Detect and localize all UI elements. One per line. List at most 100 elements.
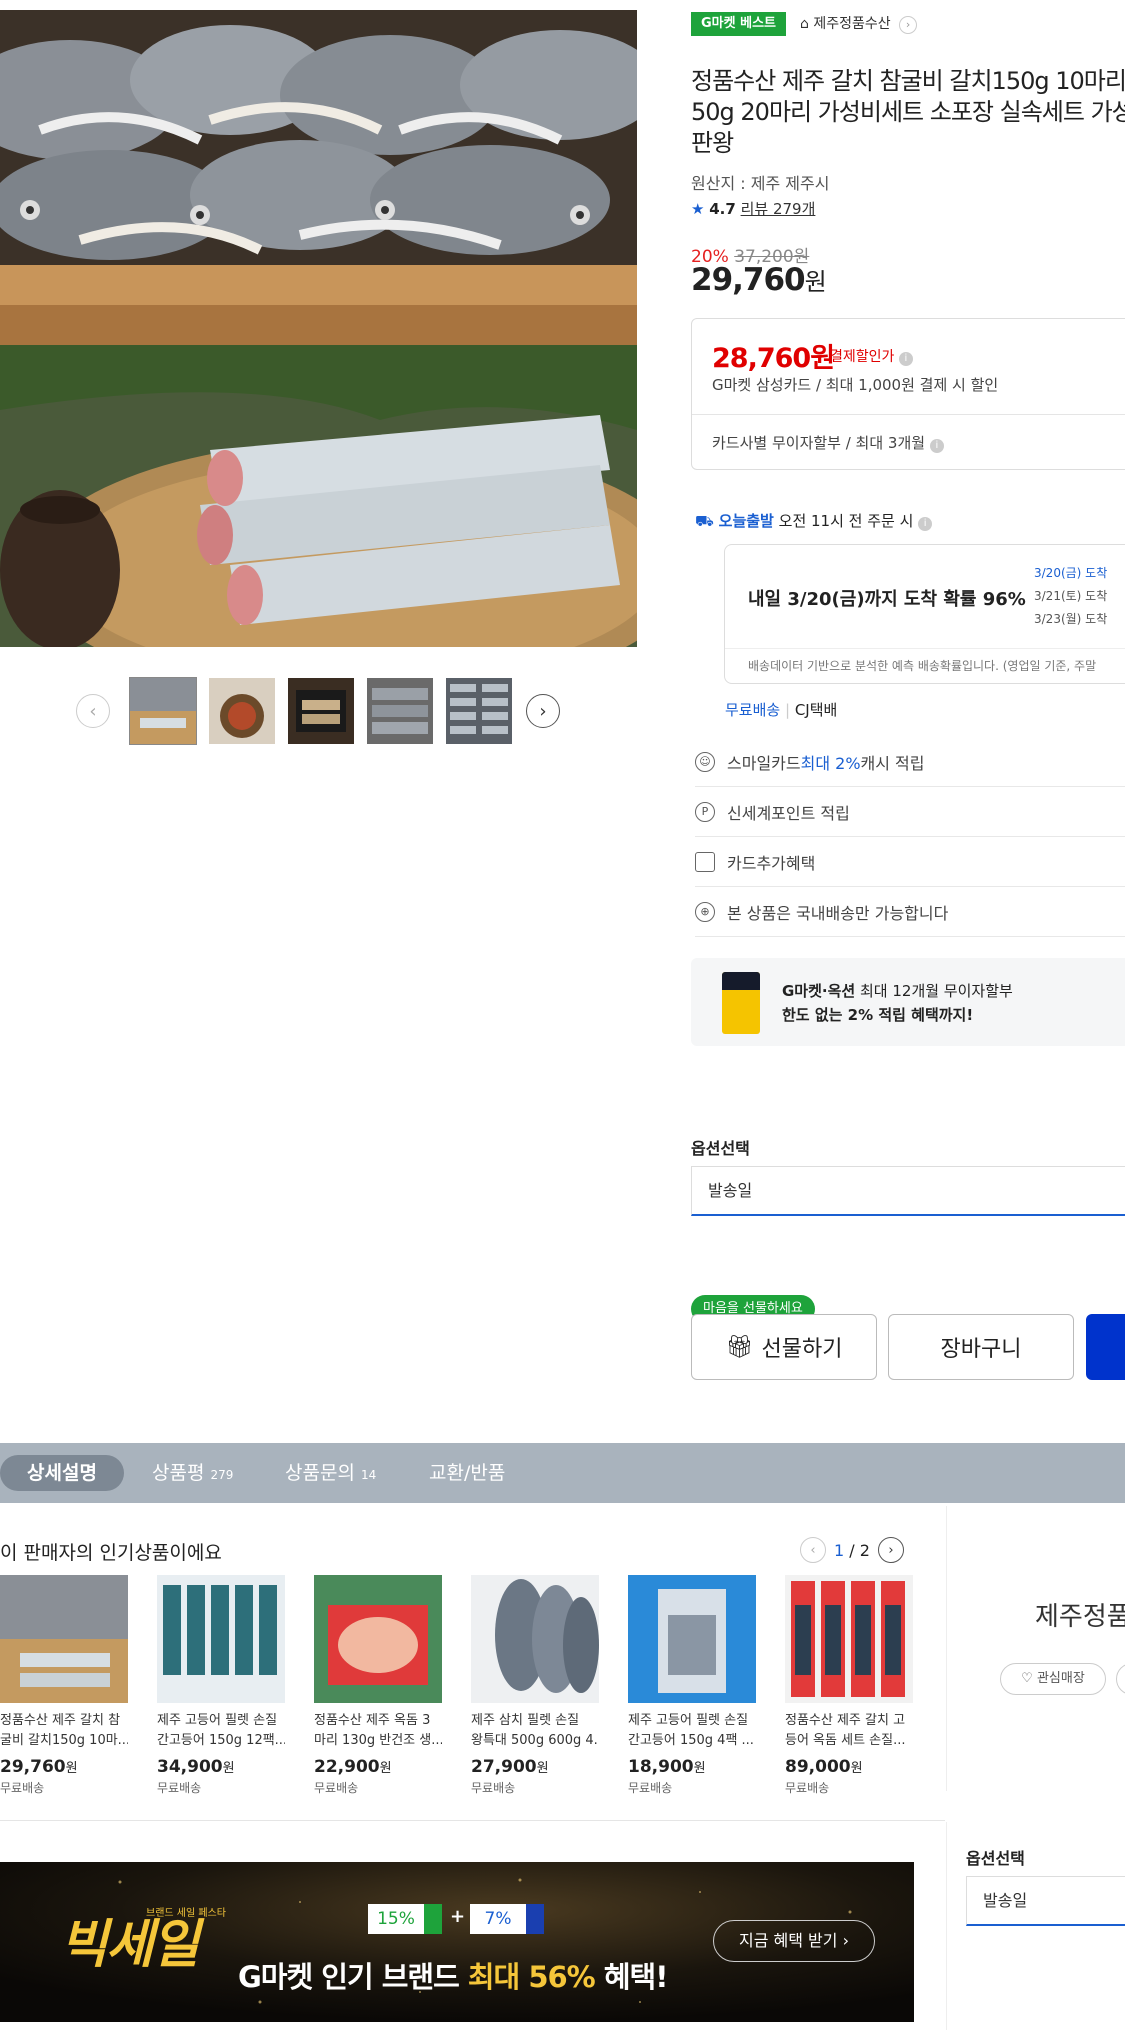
info-icon[interactable]: i: [929, 439, 944, 453]
option-select[interactable]: 발송일: [691, 1166, 1125, 1216]
product-image: [785, 1575, 913, 1703]
thumbnail-2[interactable]: [209, 678, 275, 744]
tab-count: 279: [210, 1468, 234, 1482]
option-select-sticky[interactable]: 발송일: [966, 1876, 1125, 1926]
benefit-card-extra[interactable]: 카드추가혜택: [695, 837, 1125, 887]
tab-reviews[interactable]: 상품평 279: [152, 1455, 233, 1491]
best-badge: G마켓 베스트: [691, 12, 786, 36]
seller-name[interactable]: 제주정품: [1035, 1596, 1125, 1633]
banner-plus: +: [450, 1906, 466, 1927]
product-shipping: 무료배송: [471, 1781, 516, 1795]
benefit-highlight: 최대 2%: [800, 753, 861, 773]
thumbnail-strip: ‹ ›: [76, 677, 566, 748]
pager-prev-button[interactable]: ‹: [800, 1537, 826, 1563]
point-icon: P: [695, 801, 715, 822]
installment-info[interactable]: 카드사별 무이자할부 / 최대 3개월 i: [712, 432, 944, 453]
thumbnail-5[interactable]: [446, 678, 512, 744]
buy-button[interactable]: [1086, 1314, 1125, 1380]
product-image: [314, 1575, 442, 1703]
origin-text: 원산지 : 제주 제주시: [691, 174, 830, 193]
store-extra-button[interactable]: [1116, 1663, 1125, 1695]
free-shipping: 무료배송: [725, 701, 781, 719]
card-icon: [695, 851, 715, 872]
chevron-right-icon: ›: [539, 700, 547, 722]
pay-price: 28,760원: [712, 343, 835, 374]
tab-count: 14: [360, 1468, 377, 1482]
favorite-label: 관심매장: [1036, 1671, 1085, 1686]
review-link[interactable]: 리뷰 279개: [741, 200, 816, 218]
thumb-next-button[interactable]: ›: [526, 694, 560, 728]
product-shipping: 무료배송: [0, 1781, 45, 1795]
tab-exchange[interactable]: 교환/반품: [429, 1455, 505, 1491]
delivery-date-3: 3/23(월) 도착: [1034, 612, 1108, 626]
product-card[interactable]: 정품수산 제주 갈치 참 굴비 갈치150g 10마... 29,760원 무료배…: [0, 1575, 128, 1796]
product-card[interactable]: 정품수산 제주 옥돔 3 마리 130g 반건조 생... 22,900원 무료배…: [314, 1575, 442, 1796]
benefit-shinsegae-point[interactable]: P 신세계포인트 적립: [695, 787, 1125, 837]
tab-label: 상품문의: [285, 1462, 355, 1484]
product-image: [471, 1575, 599, 1703]
store-link[interactable]: ⌂ 제주정품수산 ›: [800, 12, 918, 36]
product-image: [157, 1575, 285, 1703]
headline-text: G마켓 인기 브랜드: [238, 1960, 468, 1994]
product-price: 34,900원: [157, 1757, 235, 1777]
info-icon[interactable]: i: [898, 352, 913, 366]
pay-label[interactable]: 결제할인가 i: [830, 346, 913, 366]
main-product-image[interactable]: [0, 10, 637, 647]
sale-price-value: 29,760: [691, 262, 806, 298]
delivery-dates: 3/20(금) 도착 3/21(토) 도착 3/23(월) 도착: [1034, 562, 1107, 631]
rating-value: 4.7: [709, 200, 736, 218]
gift-button[interactable]: 🎁︎ 선물하기: [691, 1314, 877, 1380]
popular-pager: ‹ 1 / 2 ›: [800, 1536, 920, 1564]
sale-price: 29,760원: [691, 262, 827, 298]
delivery-date-2: 3/21(토) 도착: [1034, 589, 1108, 603]
product-price: 27,900원: [471, 1757, 549, 1777]
globe-icon: ⊕: [695, 901, 715, 922]
thumbnail-4[interactable]: [367, 678, 433, 744]
product-price: 29,760원: [0, 1757, 78, 1777]
info-icon[interactable]: i: [918, 517, 933, 531]
card-icon: [526, 1904, 544, 1934]
option-label: 옵션선택: [691, 1139, 750, 1158]
thumbnail-1[interactable]: [129, 677, 197, 745]
chevron-right-icon: ›: [899, 16, 918, 34]
thumbnail-3[interactable]: [288, 678, 354, 744]
delivery-note: 배송데이터 기반으로 분석한 예측 배송확률입니다. (영업일 기준, 주말: [748, 659, 1097, 673]
tab-qna[interactable]: 상품문의 14: [285, 1455, 376, 1491]
promo-text: 최대 12개월 무이자할부: [855, 982, 1013, 1000]
pager-next-button[interactable]: ›: [877, 1537, 904, 1563]
price-unit: 원: [804, 268, 827, 296]
product-price: 22,900원: [314, 1757, 392, 1777]
product-shipping: 무료배송: [157, 1781, 202, 1795]
gift-button-label: 선물하기: [761, 1337, 843, 1362]
cart-button[interactable]: 장바구니: [888, 1314, 1074, 1380]
divider: [0, 1820, 945, 1821]
shipping-row: 무료배송 | CJ택배: [725, 701, 838, 719]
divider: [692, 414, 1125, 415]
benefit-text: 카드추가혜택: [727, 853, 816, 873]
benefit-text: 신세계포인트 적립: [727, 803, 850, 823]
banner-cta-button[interactable]: 지금 혜택 받기 ›: [713, 1920, 875, 1962]
product-shipping: 무료배송: [314, 1781, 359, 1795]
headline-text: 혜택!: [594, 1960, 669, 1994]
benefit-smilecard[interactable]: ☺ 스마일카드 최대 2% 캐시 적립: [695, 737, 1125, 787]
sale-banner[interactable]: 빅세일 브랜드 세일 페스타 15% + 7% G마켓 인기 브랜드 최대 56…: [0, 1862, 914, 2022]
rating[interactable]: ★ 4.7 리뷰 279개: [691, 198, 815, 219]
product-card[interactable]: 제주 고등어 필렛 손질 간고등어 150g 4팩 ... 18,900원 무료배…: [628, 1575, 756, 1796]
tab-detail[interactable]: 상세설명: [0, 1455, 124, 1491]
thumb-prev-button[interactable]: ‹: [76, 694, 110, 728]
installment-text: 카드사별 무이자할부 / 최대 3개월: [712, 434, 926, 452]
product-price: 18,900원: [628, 1757, 706, 1777]
product-price: 89,000원: [785, 1757, 863, 1777]
option-label-sticky: 옵션선택: [966, 1849, 1025, 1868]
page-current: 1: [834, 1540, 845, 1560]
product-image: [628, 1575, 756, 1703]
product-card[interactable]: 제주 삼치 필렛 손질 왕특대 500g 600g 4... 27,900원 무료…: [471, 1575, 599, 1796]
chevron-left-icon: ‹: [810, 1542, 816, 1558]
star-icon: ★: [691, 200, 705, 218]
product-card[interactable]: 정품수산 제주 갈치 고 등어 옥돔 세트 손질... 89,000원 무료배송: [785, 1575, 913, 1796]
favorite-store-button[interactable]: ♡ 관심매장: [1000, 1663, 1106, 1695]
product-shipping: 무료배송: [785, 1781, 830, 1795]
credit-card-image: [722, 972, 760, 1034]
product-card[interactable]: 제주 고등어 필렛 손질 간고등어 150g 12팩... 34,900원 무료배…: [157, 1575, 285, 1796]
product-name: 정품수산 제주 갈치 고 등어 옥돔 세트 손질...: [785, 1713, 906, 1748]
